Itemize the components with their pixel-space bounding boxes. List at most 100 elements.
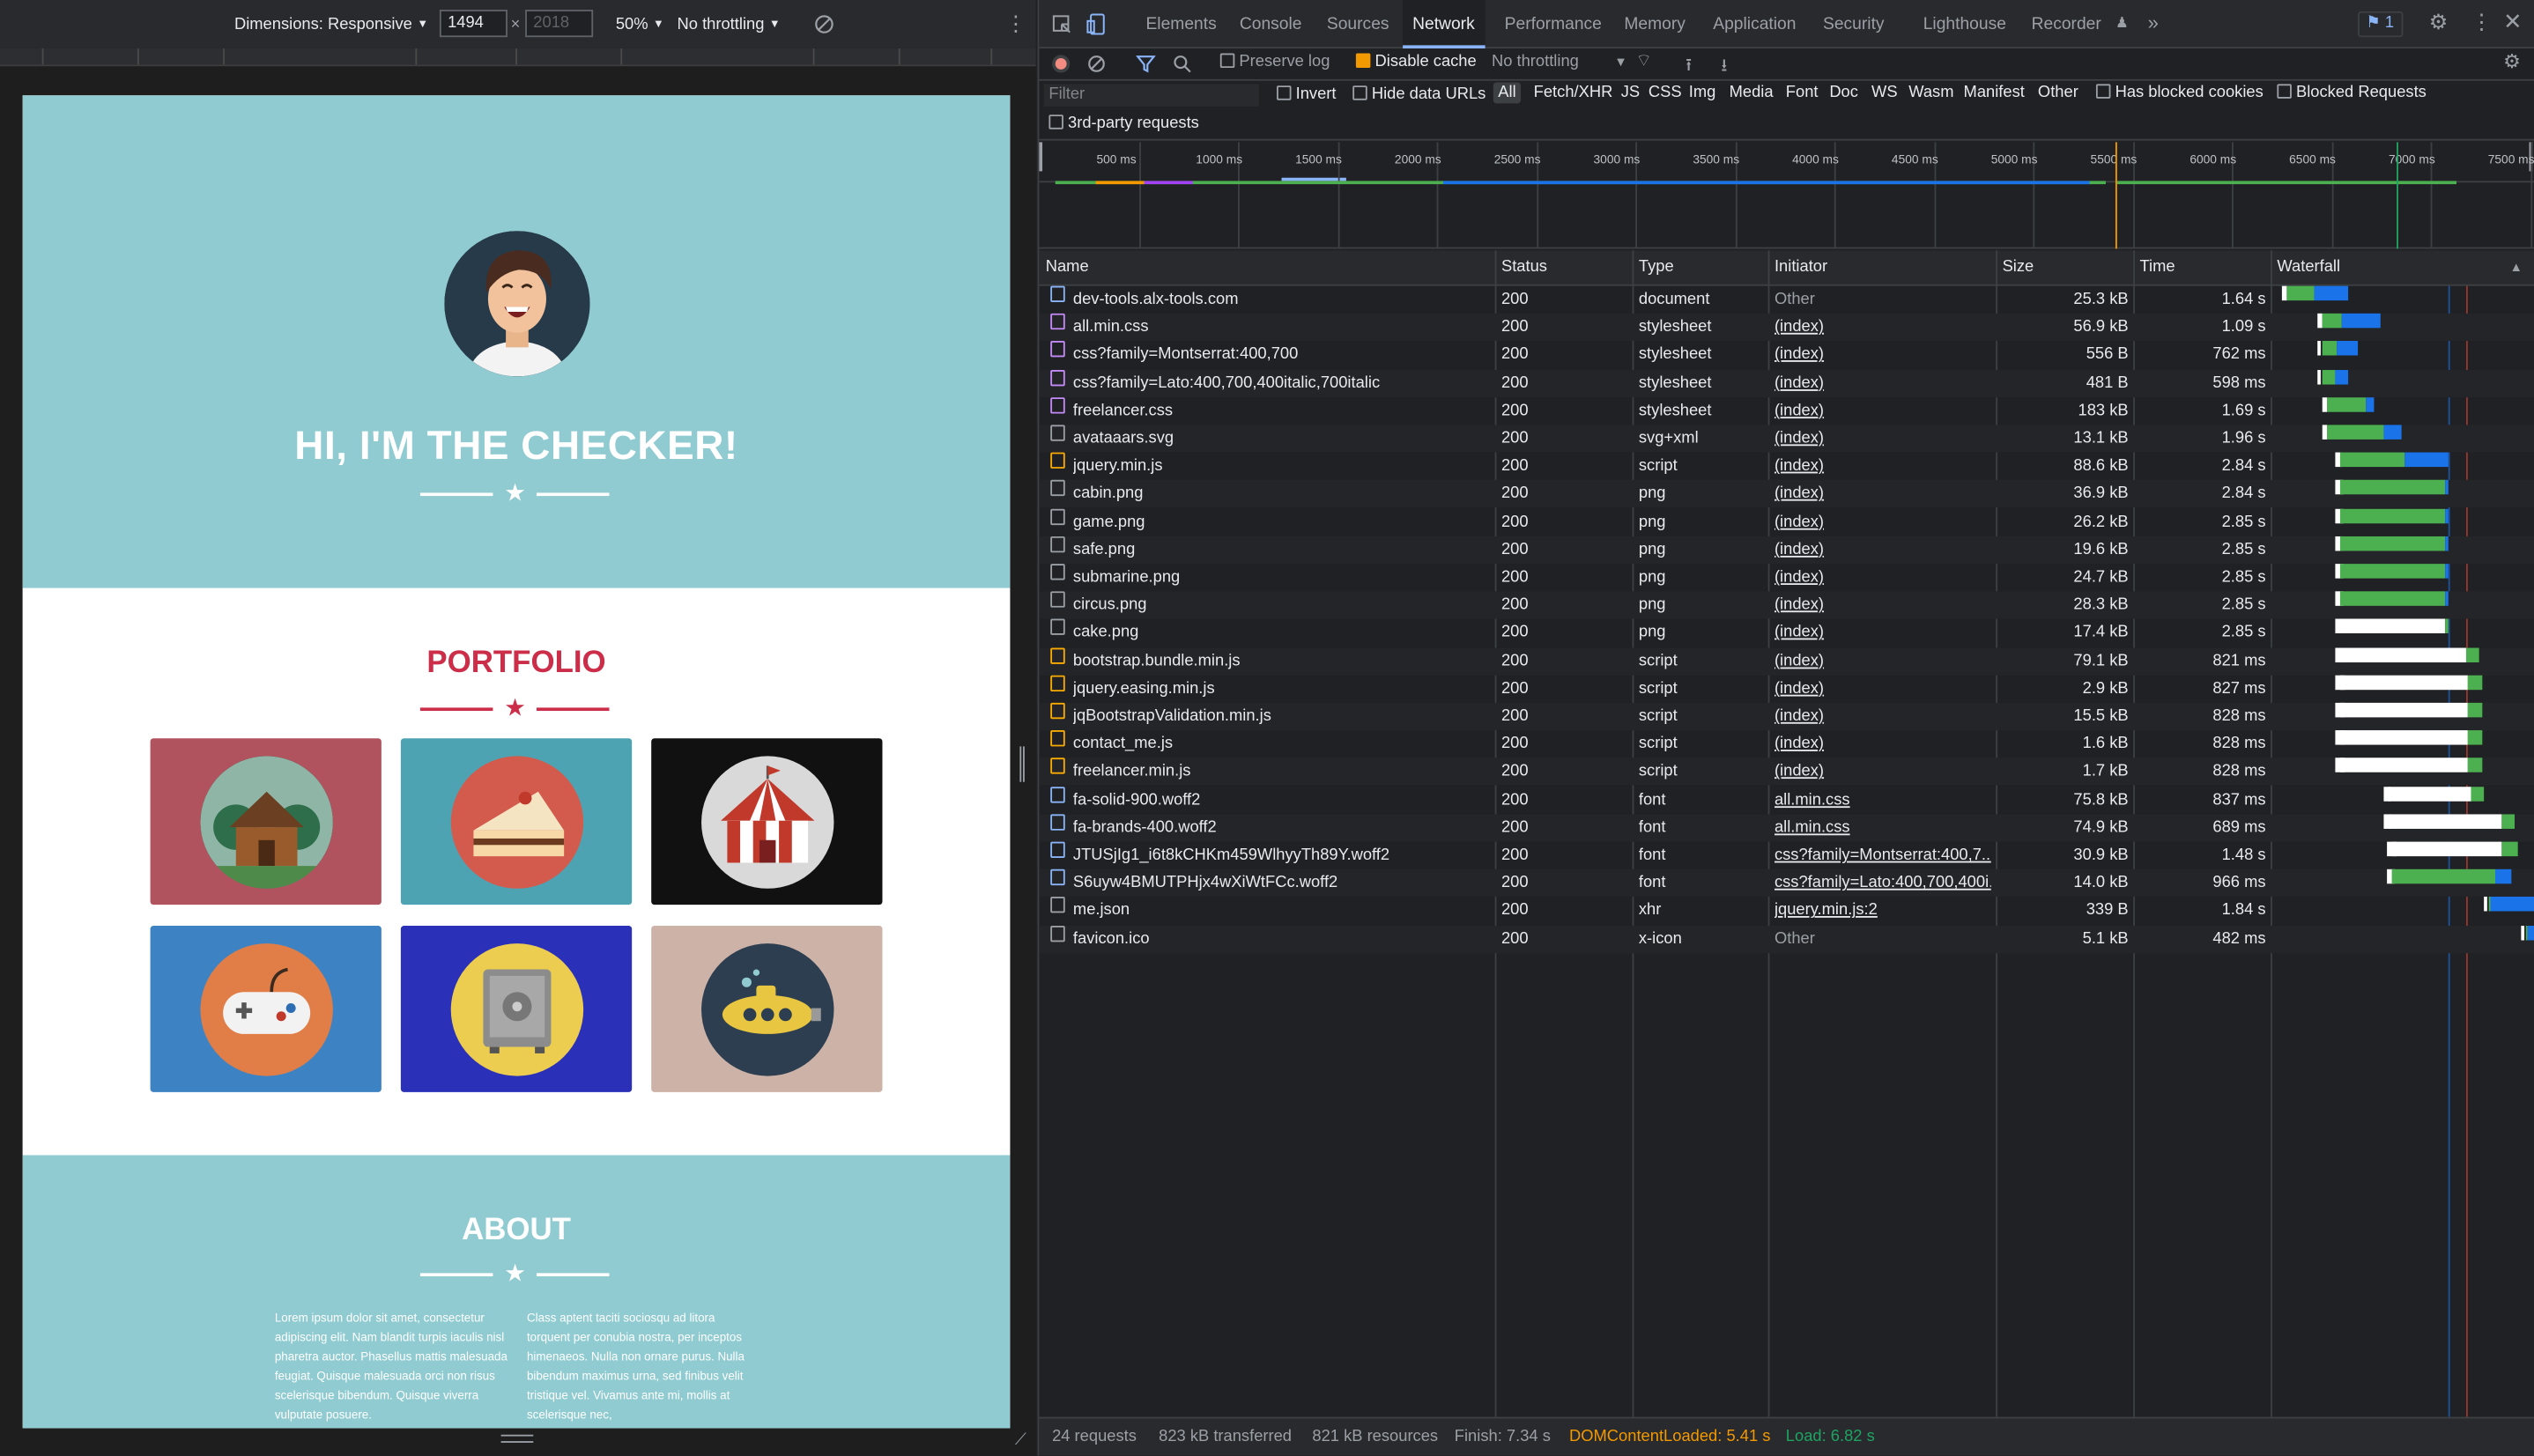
- request-initiator[interactable]: (index): [1775, 397, 1991, 425]
- filter-type-all[interactable]: All: [1493, 82, 1522, 104]
- filter-type-manifest[interactable]: Manifest: [1964, 84, 2025, 101]
- request-row[interactable]: all.min.css 200 stylesheet (index) 56.9 kB 1.…: [1039, 314, 2534, 342]
- request-initiator[interactable]: (index): [1775, 592, 1991, 619]
- request-row[interactable]: cake.png 200 png (index) 17.4 kB 2.85 s: [1039, 619, 2534, 647]
- request-row[interactable]: circus.png 200 png (index) 28.3 kB 2.85 s: [1039, 591, 2534, 619]
- request-row[interactable]: css?family=Lato:400,700,400italic,700ita…: [1039, 369, 2534, 397]
- tab-sources[interactable]: Sources: [1327, 0, 1389, 48]
- request-row[interactable]: favicon.ico 200 x-icon Other 5.1 kB 482 ms: [1039, 925, 2534, 953]
- preserve-log-checkbox[interactable]: Preserve log: [1219, 53, 1330, 71]
- request-row[interactable]: submarine.png 200 png (index) 24.7 kB 2.85 s: [1039, 564, 2534, 591]
- request-initiator[interactable]: (index): [1775, 564, 1991, 591]
- close-icon[interactable]: ✕: [2503, 8, 2523, 35]
- network-conditions-icon[interactable]: ⌔: [1635, 50, 1652, 73]
- filter-type-js[interactable]: JS: [1621, 84, 1640, 101]
- request-initiator[interactable]: (index): [1775, 342, 1991, 369]
- height-input[interactable]: 2018: [525, 10, 594, 38]
- tab-application[interactable]: Application: [1713, 0, 1796, 48]
- request-row[interactable]: freelancer.min.js 200 script (index) 1.7 kB 8…: [1039, 758, 2534, 787]
- request-row[interactable]: fa-solid-900.woff2 200 font all.min.css 75.8…: [1039, 786, 2534, 814]
- col-name[interactable]: Name: [1046, 250, 1089, 285]
- record-icon[interactable]: [1052, 55, 1071, 73]
- request-row[interactable]: css?family=Montserrat:400,700 200 styleshe…: [1039, 341, 2534, 369]
- network-overview-timeline[interactable]: 500 ms 1000 ms 1500 ms 2000 ms 2500 ms 3000 m…: [1039, 142, 2534, 249]
- filter-type-ws[interactable]: WS: [1871, 84, 1898, 101]
- issues-badge[interactable]: ⚑ 1: [2358, 11, 2404, 38]
- request-row[interactable]: safe.png 200 png (index) 19.6 kB 2.85 s: [1039, 536, 2534, 564]
- filter-type-fetch-xhr[interactable]: Fetch/XHR: [1534, 84, 1613, 101]
- clear-icon[interactable]: [1087, 55, 1105, 72]
- tab-network[interactable]: Network: [1403, 0, 1485, 49]
- request-initiator[interactable]: (index): [1775, 314, 1991, 341]
- request-row[interactable]: jquery.easing.min.js 200 script (index) 2.9 …: [1039, 675, 2534, 702]
- col-waterfall[interactable]: Waterfall: [2277, 250, 2340, 285]
- request-row[interactable]: contact_me.js 200 script (index) 1.6 kB 828 m…: [1039, 730, 2534, 758]
- request-row[interactable]: bootstrap.bundle.min.js 200 script (index) 7…: [1039, 647, 2534, 675]
- portfolio-tile-cake[interactable]: [400, 738, 633, 905]
- device-toggle-icon[interactable]: [1086, 13, 1108, 36]
- request-initiator[interactable]: (index): [1775, 536, 1991, 564]
- request-initiator[interactable]: (index): [1775, 508, 1991, 536]
- device-throttling-dropdown[interactable]: No throttling ▼: [678, 15, 781, 33]
- tab-console[interactable]: Console: [1240, 0, 1302, 48]
- right-resize-handle[interactable]: [1019, 746, 1025, 782]
- import-har-icon[interactable]: ⭱: [1686, 52, 1692, 83]
- disable-cache-checkbox[interactable]: Disable cache: [1355, 53, 1477, 71]
- request-row[interactable]: fa-brands-400.woff2 200 font all.min.css 74.…: [1039, 814, 2534, 842]
- request-initiator[interactable]: (index): [1775, 758, 1991, 786]
- portfolio-tile-submarine[interactable]: [651, 925, 883, 1092]
- third-party-checkbox[interactable]: 3rd-party requests: [1048, 115, 1199, 132]
- inspect-element-icon[interactable]: [1052, 15, 1071, 34]
- has-blocked-cookies-checkbox[interactable]: Has blocked cookies: [2095, 84, 2264, 102]
- request-initiator[interactable]: all.min.css: [1775, 814, 1991, 841]
- filter-icon[interactable]: [1136, 55, 1156, 73]
- tab-lighthouse[interactable]: Lighthouse: [1923, 0, 2006, 48]
- filter-type-wasm[interactable]: Wasm: [1908, 84, 1953, 101]
- rotate-icon[interactable]: [814, 15, 834, 34]
- hide-data-urls-checkbox[interactable]: Hide data URLs: [1352, 85, 1486, 103]
- tab-security[interactable]: Security: [1823, 0, 1885, 48]
- request-initiator[interactable]: all.min.css: [1775, 787, 1991, 814]
- request-initiator[interactable]: css?family=Montserrat:400,7...: [1775, 842, 1991, 869]
- network-throttling-dropdown[interactable]: No throttling ▼: [1492, 54, 1627, 71]
- request-row[interactable]: dev-tools.alx-tools.com 200 document Other 2…: [1039, 285, 2534, 314]
- request-row[interactable]: S6uyw4BMUTPHjx4wXiWtFCc.woff2 200 font css?…: [1039, 869, 2534, 898]
- invert-checkbox[interactable]: Invert: [1277, 85, 1337, 103]
- request-initiator[interactable]: (index): [1775, 453, 1991, 480]
- portfolio-tile-cabin[interactable]: [150, 738, 382, 905]
- blocked-requests-checkbox[interactable]: Blocked Requests: [2277, 84, 2427, 102]
- filter-type-other[interactable]: Other: [2038, 84, 2078, 101]
- device-more-icon[interactable]: ⋮: [1005, 11, 1026, 37]
- filter-type-font[interactable]: Font: [1786, 84, 1819, 101]
- tab-elements[interactable]: Elements: [1145, 0, 1216, 48]
- tab-memory[interactable]: Memory: [1624, 0, 1686, 48]
- col-type[interactable]: Type: [1639, 250, 1674, 285]
- tab-performance[interactable]: Performance: [1505, 0, 1602, 48]
- search-icon[interactable]: [1174, 55, 1191, 73]
- filter-type-css[interactable]: CSS: [1649, 84, 1682, 101]
- filter-type-doc[interactable]: Doc: [1829, 84, 1858, 101]
- filter-type-media[interactable]: Media: [1730, 84, 1774, 101]
- request-initiator[interactable]: (index): [1775, 369, 1991, 396]
- request-row[interactable]: JTUSjIg1_i6t8kCHKm459WlhyyTh89Y.woff2 200…: [1039, 841, 2534, 869]
- tab-recorder[interactable]: Recorder: [2032, 0, 2101, 48]
- col-size[interactable]: Size: [2003, 250, 2034, 285]
- media-query-ruler[interactable]: [0, 48, 1036, 67]
- more-tabs-icon[interactable]: »: [2148, 11, 2159, 34]
- zoom-dropdown[interactable]: 50% ▼: [616, 15, 664, 33]
- request-initiator[interactable]: (index): [1775, 619, 1991, 647]
- bottom-resize-handle[interactable]: [500, 1434, 534, 1448]
- request-row[interactable]: jqBootstrapValidation.min.js 200 script (in…: [1039, 702, 2534, 731]
- request-initiator[interactable]: (index): [1775, 675, 1991, 702]
- portfolio-tile-game[interactable]: [150, 925, 382, 1092]
- request-initiator[interactable]: jquery.min.js:2: [1775, 898, 1991, 925]
- dimensions-dropdown[interactable]: Dimensions: Responsive ▼: [234, 15, 428, 33]
- corner-resize-icon[interactable]: ⟋: [1015, 1431, 1026, 1449]
- request-row[interactable]: cabin.png 200 png (index) 36.9 kB 2.84 s: [1039, 480, 2534, 508]
- request-row[interactable]: avataaars.svg 200 svg+xml (index) 13.1 kB 1.9…: [1039, 425, 2534, 453]
- width-input[interactable]: 1494: [439, 10, 508, 38]
- portfolio-tile-safe[interactable]: [400, 925, 633, 1092]
- col-time[interactable]: Time: [2139, 250, 2175, 285]
- filter-input[interactable]: Filter: [1043, 84, 1259, 107]
- request-initiator[interactable]: (index): [1775, 480, 1991, 507]
